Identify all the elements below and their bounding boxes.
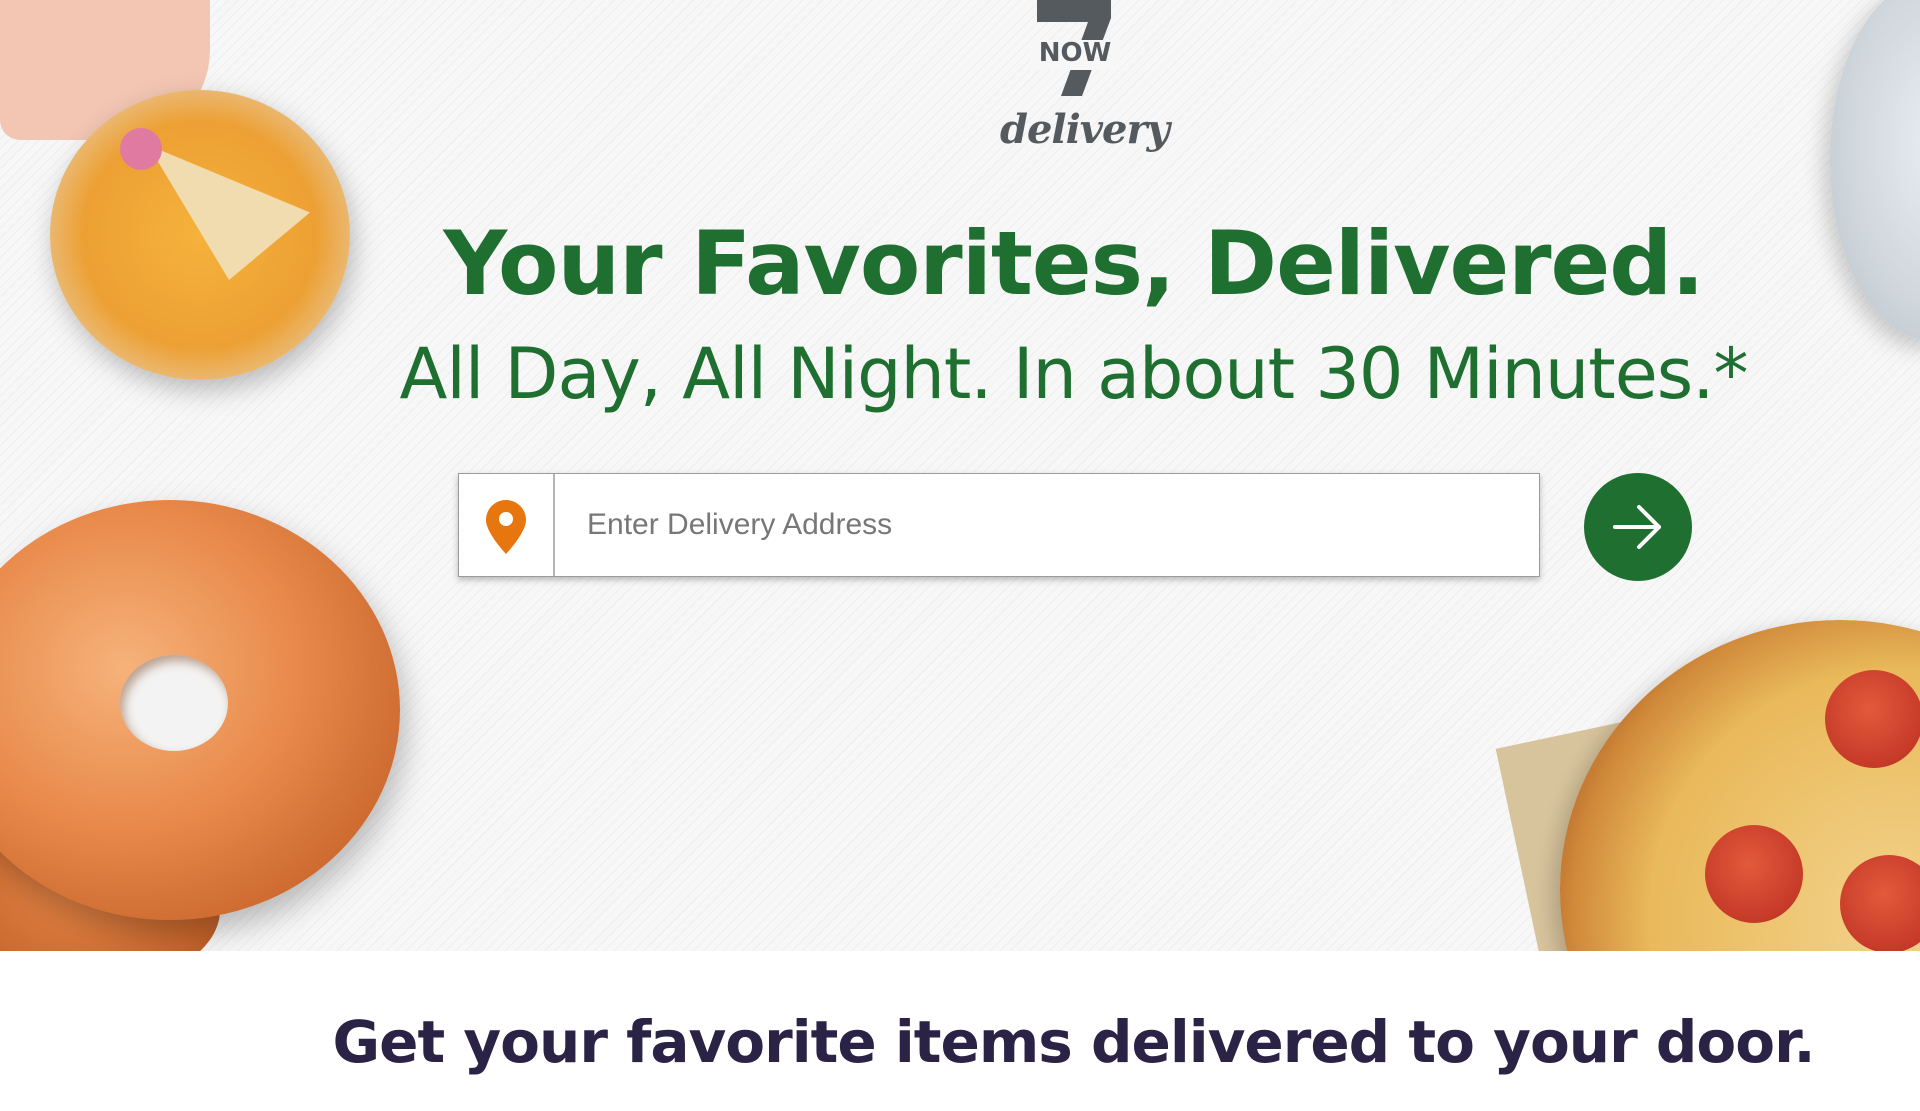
delivery-address-input[interactable] xyxy=(557,474,1537,576)
pepperoni xyxy=(1840,855,1920,951)
pizza-image xyxy=(1560,620,1920,951)
logo-delivery-text: delivery xyxy=(1000,106,1170,153)
location-pin-icon xyxy=(486,500,526,554)
address-search-box xyxy=(458,473,1540,577)
hero-subheadline: All Day, All Night. In about 30 Minutes.… xyxy=(399,333,1749,415)
arrow-right-icon xyxy=(1613,505,1661,549)
pepperoni xyxy=(1705,825,1803,923)
logo-now-text: NOW xyxy=(1038,38,1112,68)
submit-address-button[interactable] xyxy=(1584,473,1692,581)
fingernail-image xyxy=(120,128,162,170)
section-heading: Get your favorite items delivered to you… xyxy=(332,1008,1816,1076)
7now-delivery-logo[interactable]: NOW delivery xyxy=(1000,0,1170,165)
hero-headline: Your Favorites, Delivered. xyxy=(443,212,1704,315)
hero-banner: NOW delivery Your Favorites, Delivered. … xyxy=(0,0,1920,951)
location-pin-cell xyxy=(459,474,555,576)
pepperoni xyxy=(1825,670,1920,768)
donut-hole xyxy=(120,655,228,751)
